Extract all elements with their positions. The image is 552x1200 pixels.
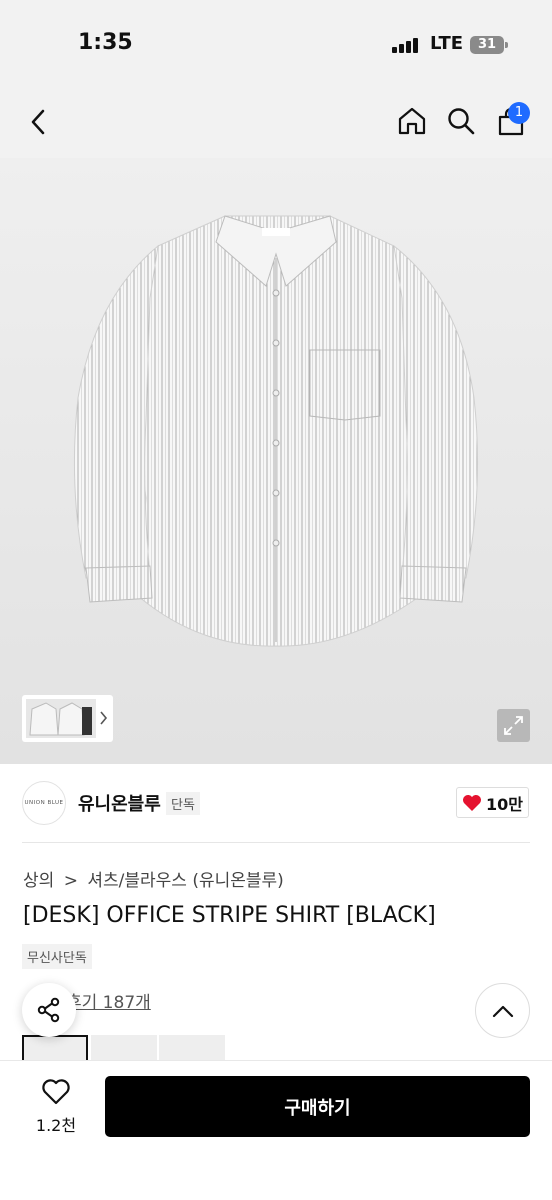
color-swatch-selected[interactable] xyxy=(22,1035,88,1063)
shirt-image xyxy=(73,215,479,647)
signal-icon xyxy=(392,37,420,53)
brand-logo[interactable]: UNION BLUE xyxy=(22,781,66,825)
wishlist-count: 1.2천 xyxy=(35,1116,77,1135)
product-image[interactable] xyxy=(0,158,552,764)
battery-tip xyxy=(505,42,508,48)
breadcrumb-subcategory[interactable]: 셔츠/블라우스 (유니온블루) xyxy=(87,871,283,891)
thumbnail-strip[interactable] xyxy=(22,695,113,742)
home-icon[interactable] xyxy=(394,103,430,139)
scroll-top-button[interactable] xyxy=(475,983,530,1038)
chevron-up-icon xyxy=(492,1005,513,1017)
exclusive-badge: 무신사단독 xyxy=(22,944,92,969)
status-time: 1:35 xyxy=(78,30,133,55)
divider xyxy=(22,842,530,843)
share-icon xyxy=(37,997,60,1023)
battery-icon: 31 xyxy=(470,36,504,54)
network-label: LTE xyxy=(430,33,464,54)
search-icon[interactable] xyxy=(443,103,479,139)
back-icon[interactable] xyxy=(20,104,56,140)
heart-outline-icon xyxy=(42,1079,70,1105)
heart-filled-icon xyxy=(463,794,481,811)
expand-icon[interactable] xyxy=(497,709,530,742)
breadcrumb: 상의 > 셔츠/블라우스 (유니온블루) xyxy=(23,866,284,891)
exclusive-tag: 단독 xyxy=(166,792,200,815)
breadcrumb-category[interactable]: 상의 xyxy=(23,871,54,891)
buy-button[interactable]: 구매하기 xyxy=(105,1076,530,1137)
review-count-link[interactable]: 후기 187개 xyxy=(66,988,151,1013)
brand-like-count: 10만 xyxy=(486,794,523,814)
nav-bar xyxy=(0,86,552,158)
brand-like-button[interactable]: 10만 xyxy=(456,787,529,818)
share-button[interactable] xyxy=(22,983,76,1037)
product-title: [DESK] OFFICE STRIPE SHIRT [BLACK] xyxy=(23,903,436,928)
breadcrumb-separator: > xyxy=(63,871,78,891)
brand-name[interactable]: 유니온블루 xyxy=(78,790,161,816)
wishlist-button[interactable]: 1.2천 xyxy=(22,1074,90,1138)
color-swatch[interactable] xyxy=(91,1035,157,1063)
color-swatch[interactable] xyxy=(159,1035,225,1063)
cart-badge: 1 xyxy=(508,102,530,124)
